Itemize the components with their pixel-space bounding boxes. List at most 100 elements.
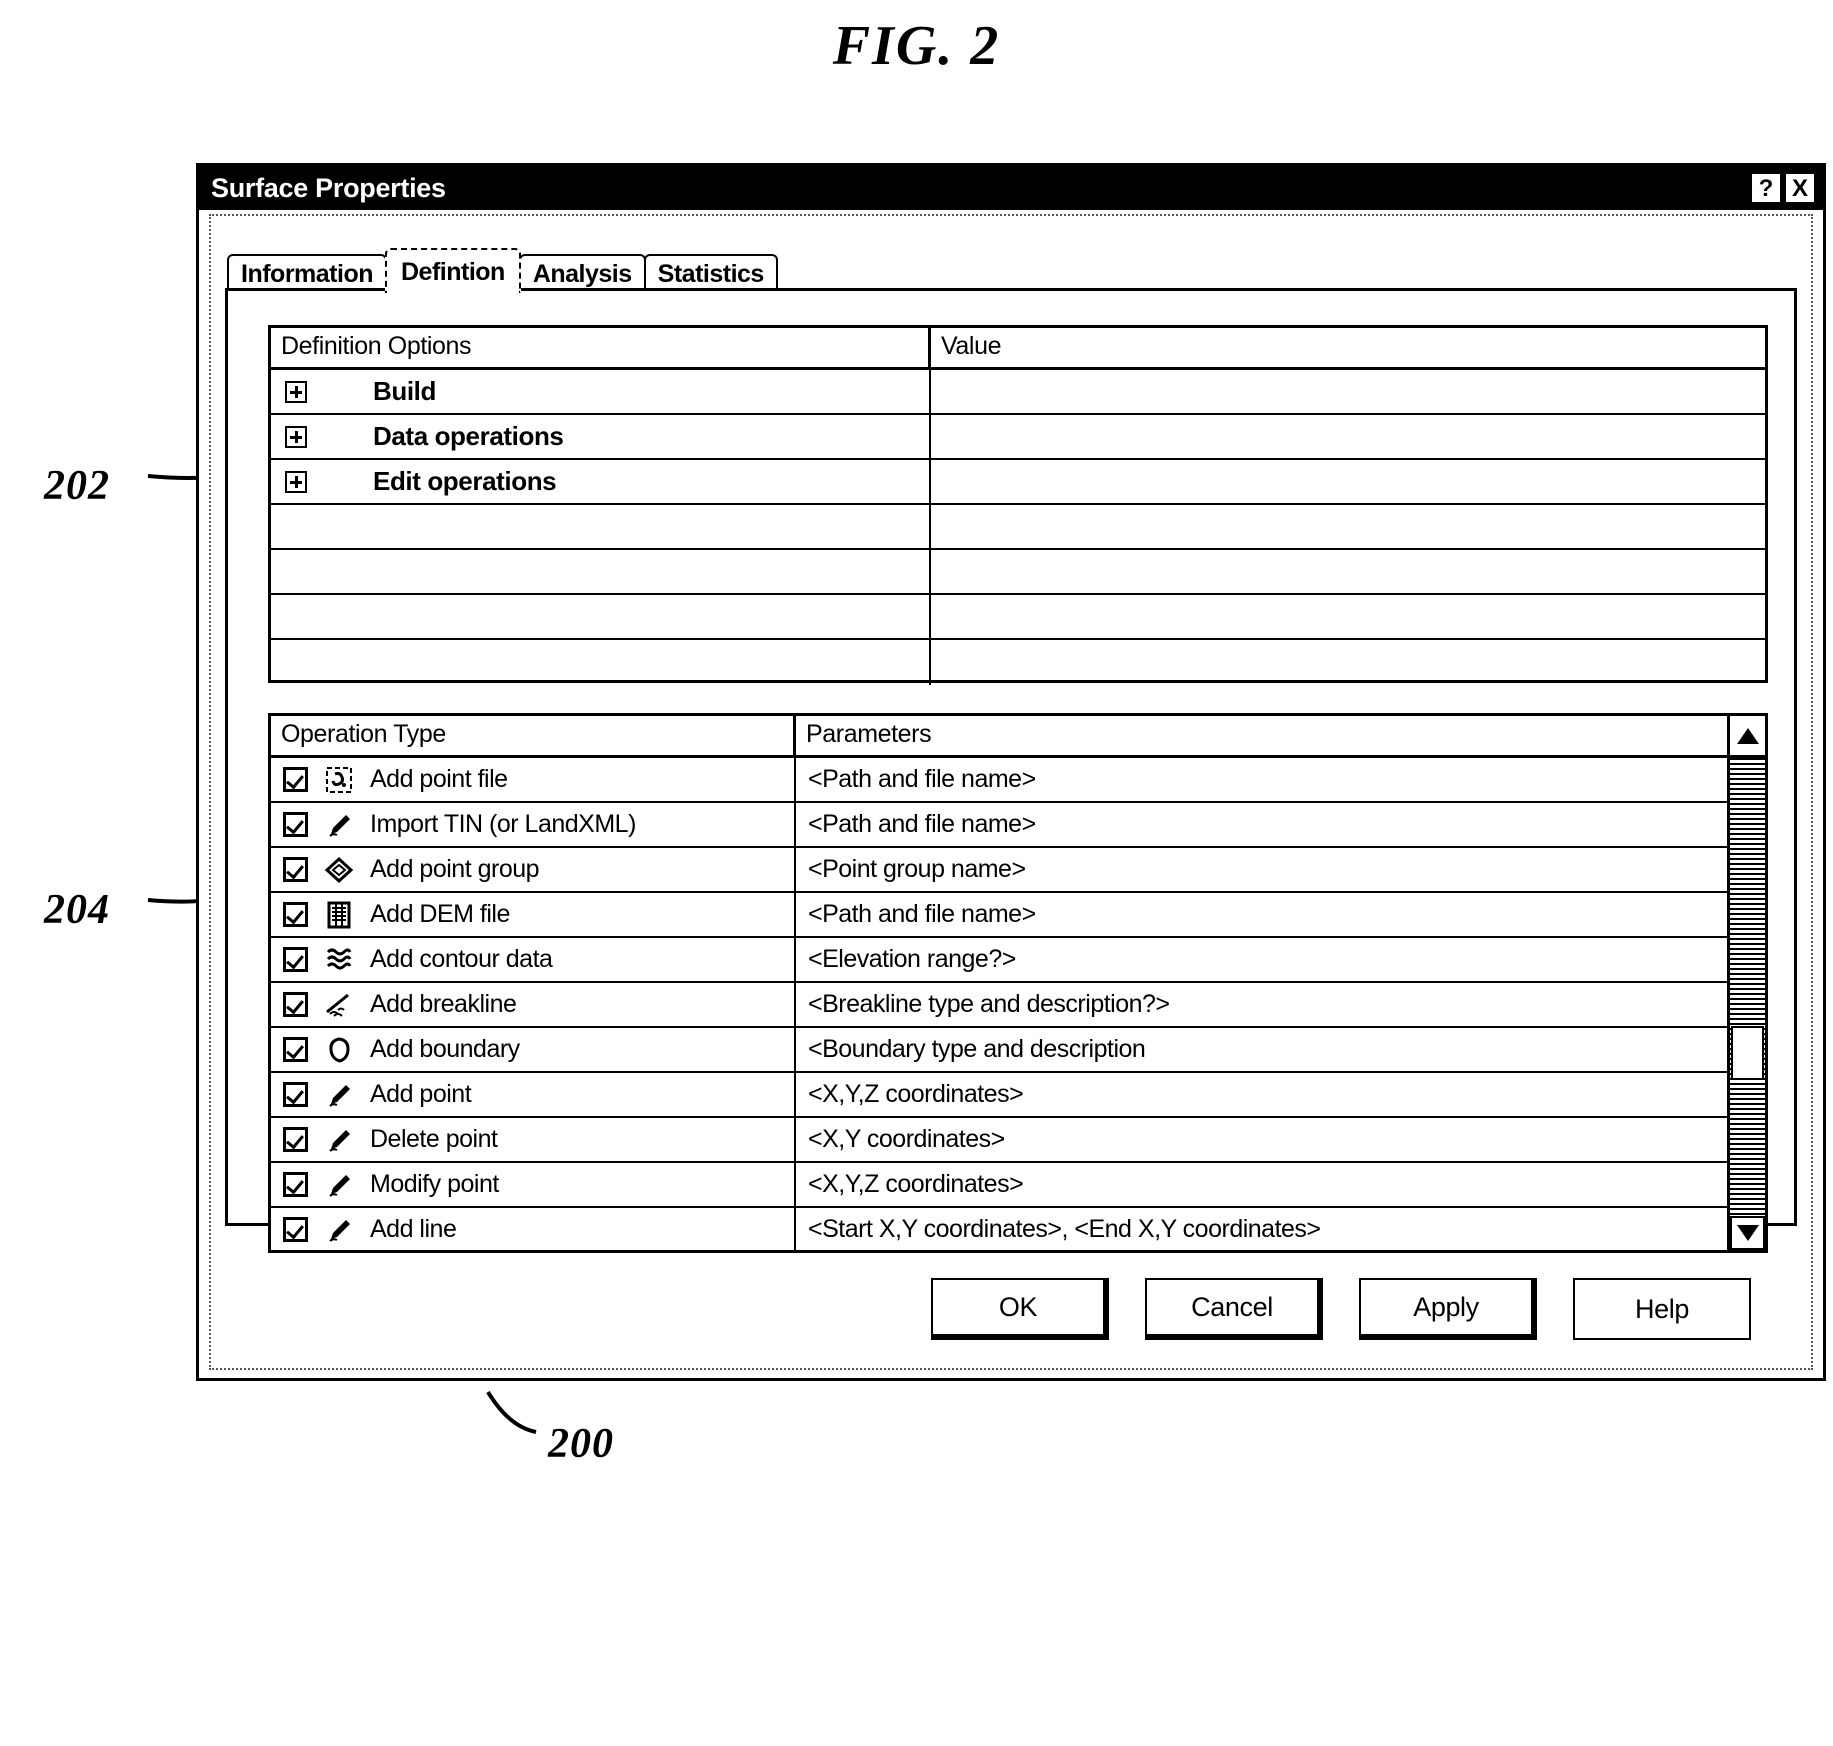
- operation-type-grid: Operation Type Parameters Add point file…: [268, 713, 1768, 1253]
- cancel-button[interactable]: Cancel: [1145, 1278, 1323, 1340]
- tab-definition[interactable]: Defintion: [385, 248, 521, 293]
- column-header-value: Value: [941, 332, 1002, 360]
- operation-name: Add breakline: [370, 990, 517, 1018]
- pencil-icon: [322, 1079, 356, 1111]
- tab-information[interactable]: Information: [227, 254, 387, 292]
- figure-label: FIG. 2: [832, 15, 1001, 77]
- operation-parameters: <X,Y,Z coordinates>: [808, 1170, 1024, 1198]
- help-icon[interactable]: ?: [1751, 173, 1781, 203]
- operation-name: Add line: [370, 1215, 457, 1243]
- operation-parameters: <Boundary type and description: [808, 1035, 1146, 1063]
- operation-name: Add contour data: [370, 945, 553, 973]
- contour-icon: [322, 944, 356, 976]
- operation-name: Modify point: [370, 1170, 499, 1198]
- table-row[interactable]: [271, 640, 1765, 685]
- apply-button[interactable]: Apply: [1359, 1278, 1537, 1340]
- boundary-icon: [322, 1034, 356, 1066]
- list-item[interactable]: Add point group <Point group name>: [271, 848, 1727, 893]
- column-header-parameters: Parameters: [806, 720, 932, 748]
- list-item[interactable]: Add contour data <Elevation range?>: [271, 938, 1727, 983]
- operations-grid-header: Operation Type Parameters: [271, 716, 1765, 758]
- list-item[interactable]: Add boundary <Boundary type and descript…: [271, 1028, 1727, 1073]
- tab-analysis[interactable]: Analysis: [518, 254, 646, 292]
- operations-list-body: Add point file <Path and file name> Impo…: [271, 758, 1765, 1250]
- close-icon[interactable]: X: [1785, 173, 1815, 203]
- row-checkbox[interactable]: [283, 767, 308, 792]
- operation-parameters: <X,Y,Z coordinates>: [808, 1080, 1024, 1108]
- vertical-scrollbar[interactable]: [1727, 758, 1765, 1250]
- row-checkbox[interactable]: [283, 947, 308, 972]
- scroll-up-arrow-icon: [1736, 727, 1759, 744]
- window-controls: ? X: [1751, 173, 1823, 203]
- list-item[interactable]: Add line <Start X,Y coordinates>, <End X…: [271, 1208, 1727, 1250]
- scrollbar-thumb[interactable]: [1731, 1026, 1764, 1080]
- row-checkbox[interactable]: [283, 1037, 308, 1062]
- row-checkbox[interactable]: [283, 812, 308, 837]
- definition-row-value: [931, 640, 1765, 685]
- pencil-icon: [322, 1214, 356, 1246]
- operation-name: Add point file: [370, 765, 508, 793]
- scroll-down-arrow-icon: [1736, 1225, 1759, 1241]
- dialog-footer: OK Cancel Apply Help: [225, 1274, 1797, 1344]
- pencil-icon: [322, 809, 356, 841]
- operation-name: Delete point: [370, 1125, 498, 1153]
- pencil-icon: [322, 1169, 356, 1201]
- operation-parameters: <Path and file name>: [808, 810, 1036, 838]
- list-item[interactable]: Add DEM file <Path and file name>: [271, 893, 1727, 938]
- table-row[interactable]: Build: [271, 370, 1765, 415]
- operation-parameters: <Start X,Y coordinates>, <End X,Y coordi…: [808, 1215, 1321, 1243]
- table-row[interactable]: Edit operations: [271, 460, 1765, 505]
- definition-row-label: Build: [373, 376, 436, 406]
- table-row[interactable]: [271, 550, 1765, 595]
- definition-grid-header: Definition Options Value: [271, 328, 1765, 370]
- operation-name: Import TIN (or LandXML): [370, 810, 636, 838]
- callout-204: 204: [44, 887, 110, 933]
- expand-plus-icon[interactable]: [285, 380, 307, 403]
- callout-200: 200: [548, 1421, 614, 1467]
- operation-name: Add boundary: [370, 1035, 520, 1063]
- list-item[interactable]: Add point <X,Y,Z coordinates>: [271, 1073, 1727, 1118]
- definition-row-value: [931, 595, 1765, 638]
- definition-row-value: [931, 550, 1765, 593]
- list-item[interactable]: Add breakline <Breakline type and descri…: [271, 983, 1727, 1028]
- row-checkbox[interactable]: [283, 1127, 308, 1152]
- definition-row-value: [931, 460, 1765, 503]
- operation-parameters: <Path and file name>: [808, 765, 1036, 793]
- definition-options-grid: Definition Options Value Build Data oper…: [268, 325, 1768, 685]
- table-row[interactable]: [271, 505, 1765, 550]
- scroll-up-button[interactable]: [1727, 716, 1765, 758]
- list-item[interactable]: Delete point <X,Y coordinates>: [271, 1118, 1727, 1163]
- point-group-icon: [322, 854, 356, 886]
- operation-name: Add DEM file: [370, 900, 510, 928]
- operation-parameters: <Elevation range?>: [808, 945, 1016, 973]
- list-item[interactable]: Import TIN (or LandXML) <Path and file n…: [271, 803, 1727, 848]
- ok-button[interactable]: OK: [931, 1278, 1109, 1340]
- operation-parameters: <Point group name>: [808, 855, 1026, 883]
- row-checkbox[interactable]: [283, 857, 308, 882]
- callout-202: 202: [44, 463, 110, 509]
- dem-file-icon: [322, 899, 356, 931]
- definition-tab-panel: Definition Options Value Build Data oper…: [225, 288, 1797, 1253]
- expand-plus-icon[interactable]: [285, 425, 307, 448]
- operations-rows: Add point file <Path and file name> Impo…: [271, 758, 1727, 1250]
- breakline-icon: [322, 989, 356, 1021]
- list-item[interactable]: Add point file <Path and file name>: [271, 758, 1727, 803]
- row-checkbox[interactable]: [283, 902, 308, 927]
- definition-row-value: [931, 370, 1765, 413]
- row-checkbox[interactable]: [283, 1082, 308, 1107]
- table-row[interactable]: [271, 595, 1765, 640]
- row-checkbox[interactable]: [283, 1217, 308, 1242]
- list-item[interactable]: Modify point <X,Y,Z coordinates>: [271, 1163, 1727, 1208]
- operation-name: Add point group: [370, 855, 540, 883]
- pencil-icon: [322, 1124, 356, 1156]
- column-header-operation-type: Operation Type: [271, 716, 796, 755]
- help-button[interactable]: Help: [1573, 1278, 1751, 1340]
- scroll-down-button[interactable]: [1730, 1216, 1765, 1250]
- expand-plus-icon[interactable]: [285, 470, 307, 493]
- row-checkbox[interactable]: [283, 992, 308, 1017]
- tab-statistics[interactable]: Statistics: [643, 254, 778, 292]
- operation-parameters: <Path and file name>: [808, 900, 1036, 928]
- table-row[interactable]: Data operations: [271, 415, 1765, 460]
- row-checkbox[interactable]: [283, 1172, 308, 1197]
- operation-parameters: <X,Y coordinates>: [808, 1125, 1005, 1153]
